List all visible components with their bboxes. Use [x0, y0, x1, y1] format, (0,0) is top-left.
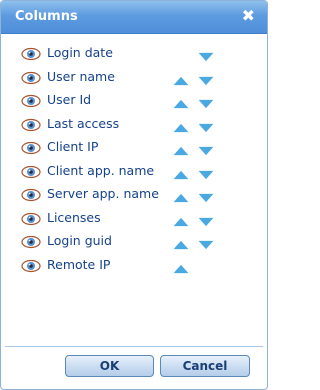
move-up-arrow-icon[interactable] [171, 213, 191, 226]
eye-icon[interactable] [21, 70, 41, 84]
eye-icon[interactable] [21, 187, 41, 202]
column-label: Remote IP [47, 256, 111, 272]
move-down-arrow-icon[interactable] [196, 119, 216, 132]
move-up-arrow-icon[interactable] [171, 72, 191, 85]
move-down-arrow-icon[interactable] [196, 213, 216, 226]
move-up-arrow-icon[interactable] [171, 189, 191, 203]
move-up-arrow-icon[interactable] [171, 95, 191, 109]
eye-icon[interactable] [21, 164, 41, 178]
eye-icon[interactable] [21, 234, 41, 249]
column-label: Login guid [47, 233, 112, 248]
column-row: Last access [1, 115, 267, 139]
close-icon[interactable]: ✖ [242, 7, 255, 25]
move-down-arrow-icon[interactable] [196, 142, 216, 156]
move-up-arrow-icon[interactable] [171, 236, 191, 250]
column-row: Client IP [1, 138, 267, 162]
move-up-arrow-icon[interactable] [171, 260, 191, 273]
eye-icon[interactable] [21, 93, 41, 108]
column-label: Client IP [47, 139, 99, 154]
move-down-arrow-icon[interactable] [196, 72, 216, 85]
column-row: User Id [1, 91, 267, 115]
move-up-arrow-icon[interactable] [171, 166, 191, 179]
eye-icon[interactable] [21, 140, 41, 155]
dialog-title: Columns [15, 9, 78, 24]
divider [5, 346, 263, 347]
column-label: Licenses [47, 209, 101, 225]
column-label: Login date [47, 45, 113, 60]
move-down-arrow-icon[interactable] [196, 166, 216, 179]
column-label: Last access [47, 115, 120, 131]
eye-icon[interactable] [21, 211, 41, 225]
columns-dialog: Columns ✖ Login date User name User Id Last… [0, 0, 268, 390]
move-down-arrow-icon[interactable] [196, 189, 216, 203]
eye-icon[interactable] [21, 46, 41, 61]
column-label: User name [47, 68, 115, 84]
column-row: Login date [1, 44, 267, 68]
column-row: Server app. name [1, 185, 267, 209]
column-row: User name [1, 68, 267, 92]
move-up-arrow-icon[interactable] [171, 142, 191, 156]
move-down-arrow-icon[interactable] [196, 95, 216, 109]
move-down-arrow-icon[interactable] [196, 236, 216, 250]
column-label: User Id [47, 92, 92, 107]
move-up-arrow-icon[interactable] [171, 119, 191, 132]
column-row: Licenses [1, 209, 267, 233]
column-label: Server app. name [47, 186, 159, 201]
eye-icon[interactable] [21, 117, 41, 131]
ok-button[interactable]: OK [65, 355, 154, 377]
column-row: Login guid [1, 232, 267, 256]
eye-icon[interactable] [21, 258, 41, 272]
move-down-arrow-icon[interactable] [196, 48, 216, 62]
column-row: Client app. name [1, 162, 267, 186]
dialog-title-bar[interactable]: Columns ✖ [1, 1, 267, 34]
cancel-button[interactable]: Cancel [160, 355, 250, 377]
column-row: Remote IP [1, 256, 267, 280]
column-label: Client app. name [47, 162, 155, 178]
column-list: Login date User name User Id Last access Cli… [1, 44, 267, 279]
